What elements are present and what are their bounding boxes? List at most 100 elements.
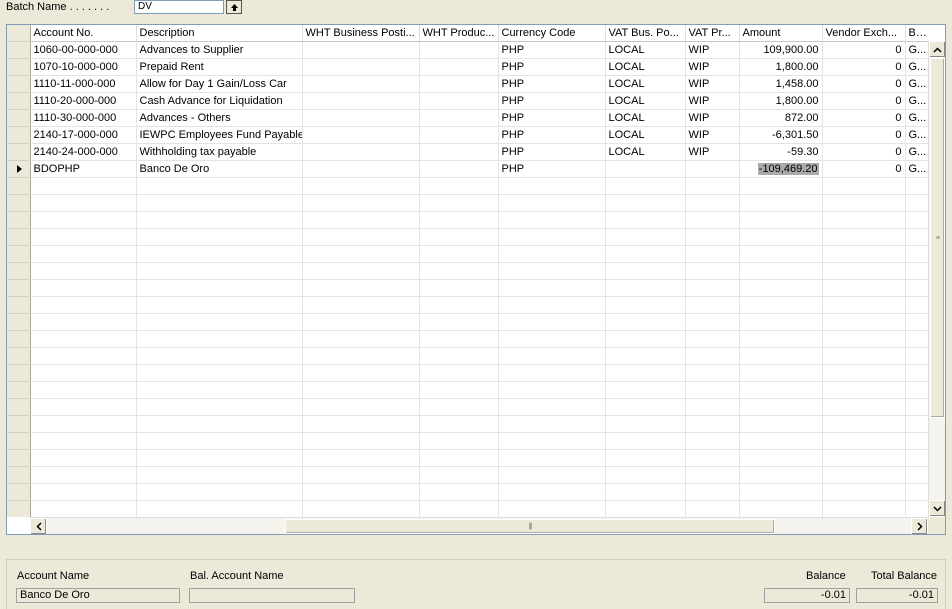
cell-vendor-exchange[interactable]: [822, 415, 906, 433]
cell-wht-product[interactable]: [419, 160, 499, 178]
cell-vat-bus-posting[interactable]: [605, 398, 686, 416]
row-selector[interactable]: [7, 211, 31, 229]
cell-currency-code[interactable]: [498, 415, 606, 433]
cell-description[interactable]: Cash Advance for Liquidation: [136, 92, 303, 110]
cell-vendor-exchange[interactable]: [822, 177, 906, 195]
empty-row[interactable]: [7, 211, 928, 229]
cell-amount[interactable]: [739, 228, 823, 246]
cell-vendor-exchange[interactable]: 0: [822, 58, 906, 76]
cell-wht-product[interactable]: [419, 143, 499, 161]
column-header-vat-prod-posting[interactable]: VAT Pr...: [685, 25, 740, 42]
cell-vendor-exchange[interactable]: [822, 245, 906, 263]
cell-account-no[interactable]: BDOPHP: [30, 160, 137, 178]
cell-account-no[interactable]: [30, 415, 137, 433]
cell-vendor-exchange[interactable]: [822, 466, 906, 484]
table-row[interactable]: 1060-00-000-000 Advances to Supplier PHP LO…: [7, 41, 928, 59]
scroll-left-button[interactable]: [30, 518, 47, 534]
row-selector[interactable]: [7, 109, 31, 127]
cell-currency-code[interactable]: [498, 398, 606, 416]
cell-b[interactable]: [905, 381, 928, 399]
cell-vat-bus-posting[interactable]: [605, 177, 686, 195]
cell-vat-prod-posting[interactable]: [685, 398, 740, 416]
cell-wht-product[interactable]: [419, 92, 499, 110]
cell-wht-product[interactable]: [419, 313, 499, 331]
cell-b[interactable]: [905, 245, 928, 263]
cell-vat-bus-posting[interactable]: [605, 364, 686, 382]
cell-currency-code[interactable]: [498, 483, 606, 501]
cell-vat-bus-posting[interactable]: [605, 432, 686, 450]
row-selector[interactable]: [7, 41, 31, 59]
row-selector[interactable]: [7, 296, 31, 314]
cell-amount[interactable]: [739, 398, 823, 416]
cell-vendor-exchange[interactable]: 0: [822, 75, 906, 93]
cell-account-no[interactable]: [30, 262, 137, 280]
cell-description[interactable]: [136, 211, 303, 229]
empty-row[interactable]: [7, 296, 928, 314]
column-header-b[interactable]: B...: [905, 25, 928, 42]
cell-vat-bus-posting[interactable]: LOCAL: [605, 126, 686, 144]
cell-b[interactable]: [905, 330, 928, 348]
cell-amount[interactable]: [739, 381, 823, 399]
cell-vat-prod-posting[interactable]: WIP: [685, 126, 740, 144]
cell-vat-bus-posting[interactable]: LOCAL: [605, 75, 686, 93]
cell-account-no[interactable]: [30, 313, 137, 331]
row-selector[interactable]: [7, 279, 31, 297]
cell-vendor-exchange[interactable]: [822, 449, 906, 467]
cell-amount[interactable]: [739, 211, 823, 229]
cell-amount[interactable]: [739, 330, 823, 348]
cell-b[interactable]: G...: [905, 126, 928, 144]
cell-description[interactable]: [136, 296, 303, 314]
cell-wht-product[interactable]: [419, 262, 499, 280]
cell-vat-prod-posting[interactable]: [685, 279, 740, 297]
cell-currency-code[interactable]: PHP: [498, 126, 606, 144]
cell-vat-bus-posting[interactable]: [605, 483, 686, 501]
cell-vat-prod-posting[interactable]: [685, 160, 740, 178]
cell-account-no[interactable]: [30, 500, 137, 517]
cell-vat-prod-posting[interactable]: WIP: [685, 75, 740, 93]
row-selector[interactable]: [7, 500, 31, 517]
cell-vat-prod-posting[interactable]: WIP: [685, 143, 740, 161]
cell-wht-business-posting[interactable]: [302, 364, 420, 382]
cell-account-no[interactable]: [30, 177, 137, 195]
cell-vat-prod-posting[interactable]: [685, 245, 740, 263]
cell-amount[interactable]: [739, 500, 823, 517]
cell-vat-bus-posting[interactable]: [605, 313, 686, 331]
cell-account-no[interactable]: 1110-20-000-000: [30, 92, 137, 110]
cell-wht-product[interactable]: [419, 75, 499, 93]
table-row[interactable]: 1070-10-000-000 Prepaid Rent PHP LOCAL WIP 1,…: [7, 58, 928, 76]
cell-description[interactable]: [136, 347, 303, 365]
cell-vat-prod-posting[interactable]: [685, 415, 740, 433]
cell-account-no[interactable]: [30, 194, 137, 212]
vertical-scrollbar[interactable]: ≡: [928, 41, 945, 517]
cell-wht-product[interactable]: [419, 279, 499, 297]
cell-currency-code[interactable]: [498, 449, 606, 467]
cell-account-no[interactable]: [30, 330, 137, 348]
cell-wht-business-posting[interactable]: [302, 432, 420, 450]
cell-vendor-exchange[interactable]: [822, 194, 906, 212]
row-selector[interactable]: [7, 228, 31, 246]
row-selector[interactable]: [7, 262, 31, 280]
row-selector[interactable]: [7, 398, 31, 416]
cell-wht-business-posting[interactable]: [302, 58, 420, 76]
cell-amount[interactable]: [739, 177, 823, 195]
cell-wht-business-posting[interactable]: [302, 330, 420, 348]
row-selector[interactable]: [7, 126, 31, 144]
cell-currency-code[interactable]: PHP: [498, 75, 606, 93]
cell-account-no[interactable]: [30, 398, 137, 416]
cell-wht-product[interactable]: [419, 483, 499, 501]
column-header-wht-product[interactable]: WHT Produc...: [419, 25, 499, 42]
column-header-account-no[interactable]: Account No.: [30, 25, 137, 42]
cell-vat-prod-posting[interactable]: [685, 211, 740, 229]
empty-row[interactable]: [7, 500, 928, 517]
empty-row[interactable]: [7, 194, 928, 212]
cell-b[interactable]: [905, 398, 928, 416]
cell-currency-code[interactable]: [498, 313, 606, 331]
cell-vendor-exchange[interactable]: [822, 347, 906, 365]
cell-vat-prod-posting[interactable]: [685, 449, 740, 467]
cell-vendor-exchange[interactable]: [822, 228, 906, 246]
cell-vat-bus-posting[interactable]: [605, 381, 686, 399]
cell-amount[interactable]: 109,900.00: [739, 41, 823, 59]
cell-description[interactable]: [136, 313, 303, 331]
cell-wht-business-posting[interactable]: [302, 296, 420, 314]
batch-name-field[interactable]: DV: [134, 0, 224, 14]
